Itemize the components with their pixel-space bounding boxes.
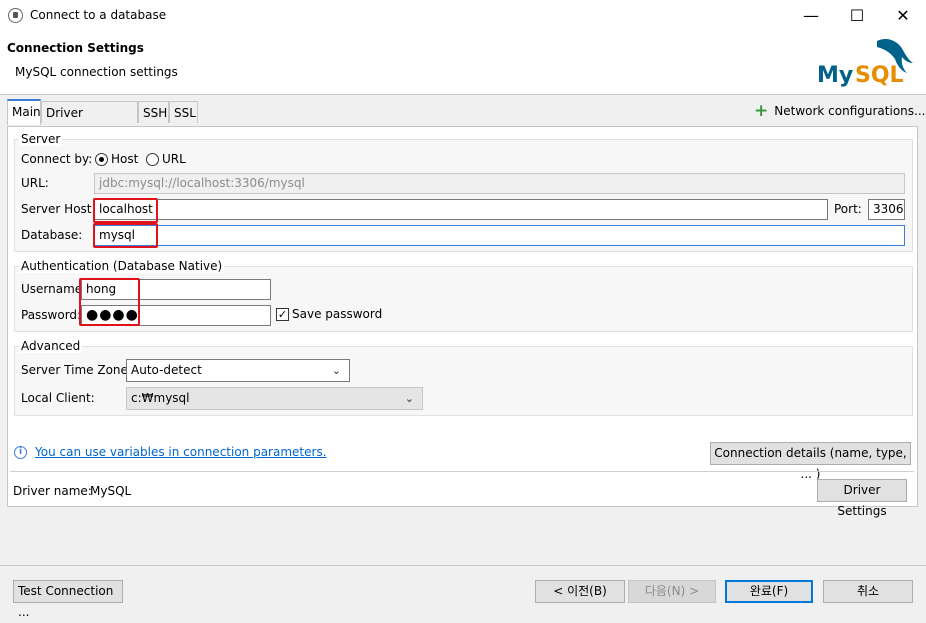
advanced-group-label: Advanced bbox=[19, 339, 83, 353]
test-connection-button[interactable]: Test Connection ... bbox=[13, 580, 123, 619]
credentials-highlight-box bbox=[79, 278, 140, 326]
chevron-down-icon: ⌄ bbox=[331, 364, 341, 377]
network-configurations-label: Network configurations... bbox=[774, 104, 926, 118]
tab-ssh[interactable]: SSH bbox=[138, 101, 169, 123]
mysql-logo: My SQL bbox=[815, 35, 917, 91]
close-button[interactable]: ✕ bbox=[880, 0, 926, 31]
server-group-label: Server bbox=[19, 132, 63, 146]
connect-by-label: Connect by: bbox=[21, 152, 93, 166]
host-radio[interactable] bbox=[95, 153, 108, 166]
host-radio-label[interactable]: Host bbox=[111, 152, 138, 166]
server-host-label: Server Host: bbox=[21, 202, 96, 216]
server-time-zone-select[interactable]: Auto-detect ⌄ bbox=[126, 359, 350, 382]
url-label: URL: bbox=[21, 176, 49, 190]
separator bbox=[10, 471, 914, 472]
driver-settings-button[interactable]: Driver Settings bbox=[817, 479, 907, 518]
authentication-group-label: Authentication (Database Native) bbox=[19, 259, 225, 273]
username-label: Username: bbox=[21, 282, 87, 296]
title-bar: Connect to a database — ☐ ✕ bbox=[0, 0, 926, 31]
save-password-checkbox[interactable]: ✓ bbox=[276, 308, 289, 321]
svg-text:SQL: SQL bbox=[855, 63, 904, 88]
chevron-down-icon: ⌄ bbox=[404, 392, 414, 405]
page-title: Connection Settings bbox=[7, 41, 144, 55]
save-password-label[interactable]: Save password bbox=[292, 307, 382, 321]
minimize-button[interactable]: — bbox=[788, 0, 834, 31]
local-client-select[interactable]: c:₩mysql ⌄ bbox=[126, 387, 423, 410]
local-client-label: Local Client: bbox=[21, 391, 95, 405]
variables-info-link[interactable]: You can use variables in connection para… bbox=[35, 445, 327, 459]
database-highlight-box bbox=[93, 223, 158, 248]
footer-separator bbox=[0, 565, 926, 566]
local-client-value: c:₩mysql bbox=[131, 391, 190, 405]
url-input[interactable]: jdbc:mysql://localhost:3306/mysql bbox=[94, 173, 905, 194]
tab-ssl[interactable]: SSL bbox=[169, 101, 198, 123]
window-title: Connect to a database bbox=[30, 8, 167, 22]
driver-name-value: MySQL bbox=[90, 484, 132, 498]
server-time-zone-value: Auto-detect bbox=[131, 363, 202, 377]
back-button[interactable]: < 이전(B) bbox=[535, 580, 625, 603]
port-input[interactable]: 3306 bbox=[868, 199, 905, 220]
database-label: Database: bbox=[21, 228, 83, 242]
connection-details-button[interactable]: Connection details (name, type, ... ) bbox=[710, 442, 911, 481]
maximize-button[interactable]: ☐ bbox=[834, 0, 880, 31]
server-time-zone-label: Server Time Zone: bbox=[21, 363, 132, 377]
plus-icon: + bbox=[754, 101, 769, 121]
info-icon: i bbox=[14, 446, 27, 459]
network-configurations-link[interactable]: + Network configurations... bbox=[754, 101, 926, 121]
tab-main[interactable]: Main bbox=[7, 99, 41, 125]
finish-button[interactable]: 완료(F) bbox=[725, 580, 813, 603]
tab-driver-properties[interactable]: Driver properties bbox=[41, 101, 138, 142]
page-subtitle: MySQL connection settings bbox=[15, 65, 178, 79]
app-icon bbox=[8, 8, 23, 23]
cancel-button[interactable]: 취소 bbox=[823, 580, 913, 603]
server-host-input[interactable]: localhost bbox=[94, 199, 828, 220]
url-radio[interactable] bbox=[146, 153, 159, 166]
driver-name-label: Driver name: bbox=[13, 484, 92, 498]
password-label: Password: bbox=[21, 308, 82, 322]
url-radio-label[interactable]: URL bbox=[162, 152, 186, 166]
next-button[interactable]: 다음(N) > bbox=[628, 580, 716, 603]
database-input[interactable]: mysql bbox=[94, 225, 905, 246]
svg-text:My: My bbox=[817, 63, 853, 88]
port-label: Port: bbox=[834, 202, 862, 216]
host-highlight-box bbox=[93, 198, 158, 223]
wizard-header: Connection Settings MySQL connection set… bbox=[0, 31, 926, 95]
